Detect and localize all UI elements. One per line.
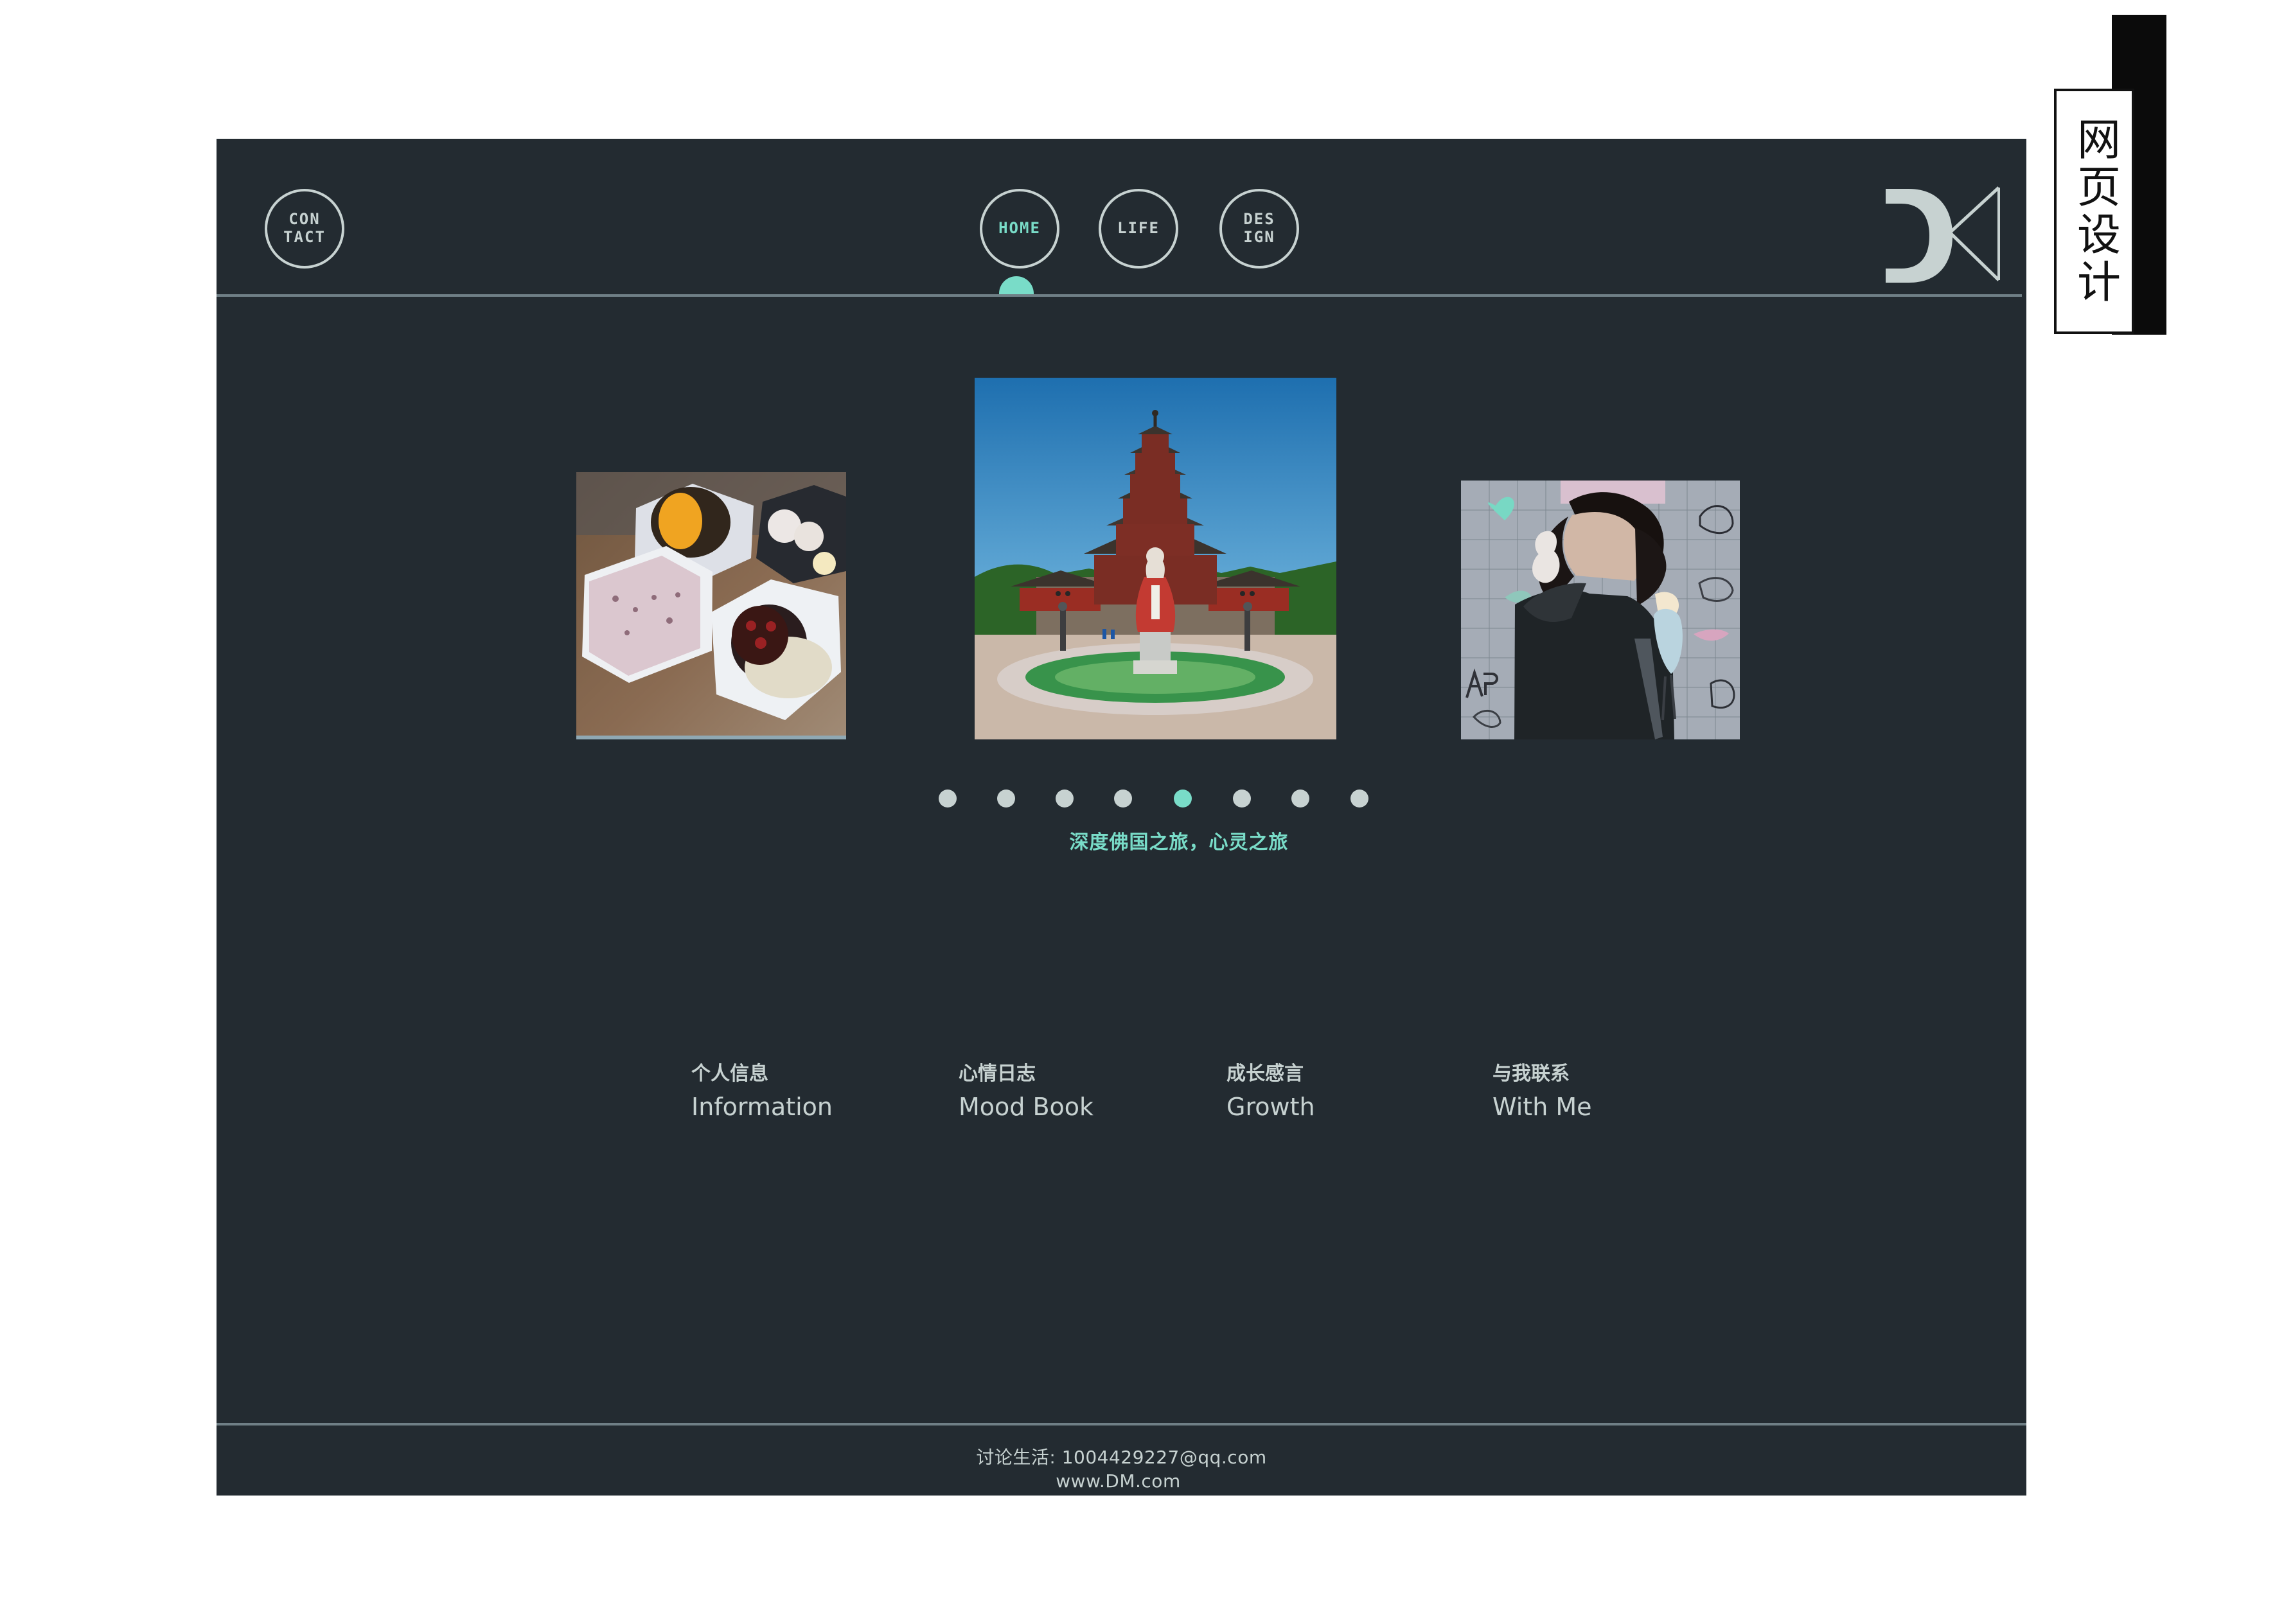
carousel-dot-7[interactable]	[1291, 790, 1309, 808]
menu-item-mood-book-cn: 心情日志	[959, 1063, 1036, 1085]
menu-item-with-me[interactable]: 与我联系 With Me	[1492, 1063, 1592, 1121]
web-design-frame: CON TACT HOME LIFE DES IGN 深度佛国之旅，心灵之旅 个…	[217, 139, 2026, 1496]
contact-button-label: CON TACT	[283, 210, 326, 246]
active-tab-indicator	[999, 276, 1034, 296]
dk-logo-icon[interactable]	[1886, 181, 2001, 290]
side-tag-title: 网页设计	[2069, 116, 2120, 306]
gallery-image-portrait[interactable]	[1461, 481, 1740, 739]
tab-home-label: HOME	[998, 219, 1041, 238]
menu-item-growth-en: Growth	[1226, 1093, 1315, 1121]
tab-design[interactable]: DES IGN	[1219, 189, 1299, 269]
carousel-dot-6[interactable]	[1233, 790, 1251, 808]
tab-life[interactable]: LIFE	[1099, 189, 1178, 269]
menu-item-information-en: Information	[691, 1093, 833, 1121]
carousel-dot-3[interactable]	[1056, 790, 1074, 808]
footer-divider	[217, 1423, 2026, 1425]
menu-item-with-me-cn: 与我联系	[1492, 1063, 1570, 1085]
carousel-dot-8[interactable]	[1350, 790, 1368, 808]
menu-item-growth-cn: 成长感言	[1226, 1063, 1304, 1085]
menu-item-mood-book-en: Mood Book	[959, 1093, 1094, 1121]
header-divider	[217, 294, 2022, 297]
tab-home[interactable]: HOME	[980, 189, 1059, 269]
gallery-image-food[interactable]	[576, 472, 846, 739]
menu-item-growth[interactable]: 成长感言 Growth	[1226, 1063, 1315, 1121]
carousel-dot-5-active[interactable]	[1174, 790, 1192, 808]
menu-item-mood-book[interactable]: 心情日志 Mood Book	[959, 1063, 1094, 1121]
tab-design-label: DES IGN	[1243, 210, 1275, 246]
carousel-dot-4[interactable]	[1114, 790, 1132, 808]
menu-item-with-me-en: With Me	[1492, 1093, 1592, 1121]
menu-item-information[interactable]: 个人信息 Information	[691, 1063, 833, 1121]
tab-life-label: LIFE	[1117, 219, 1160, 238]
footer-site-line: www.DM.com	[1056, 1470, 1181, 1492]
footer-email-line: 讨论生活: 1004429227@qq.com	[976, 1447, 1267, 1468]
gallery-caption: 深度佛国之旅，心灵之旅	[1069, 831, 1289, 854]
carousel-dot-1[interactable]	[939, 790, 957, 808]
menu-item-information-cn: 个人信息	[691, 1063, 768, 1085]
contact-button[interactable]: CON TACT	[265, 189, 344, 269]
gallery-image-temple[interactable]	[975, 378, 1336, 739]
footer-text: 讨论生活: 1004429227@qq.com www.DM.com	[217, 1446, 2026, 1494]
side-tag: 网页设计	[2054, 89, 2134, 334]
carousel-dot-2[interactable]	[997, 790, 1015, 808]
